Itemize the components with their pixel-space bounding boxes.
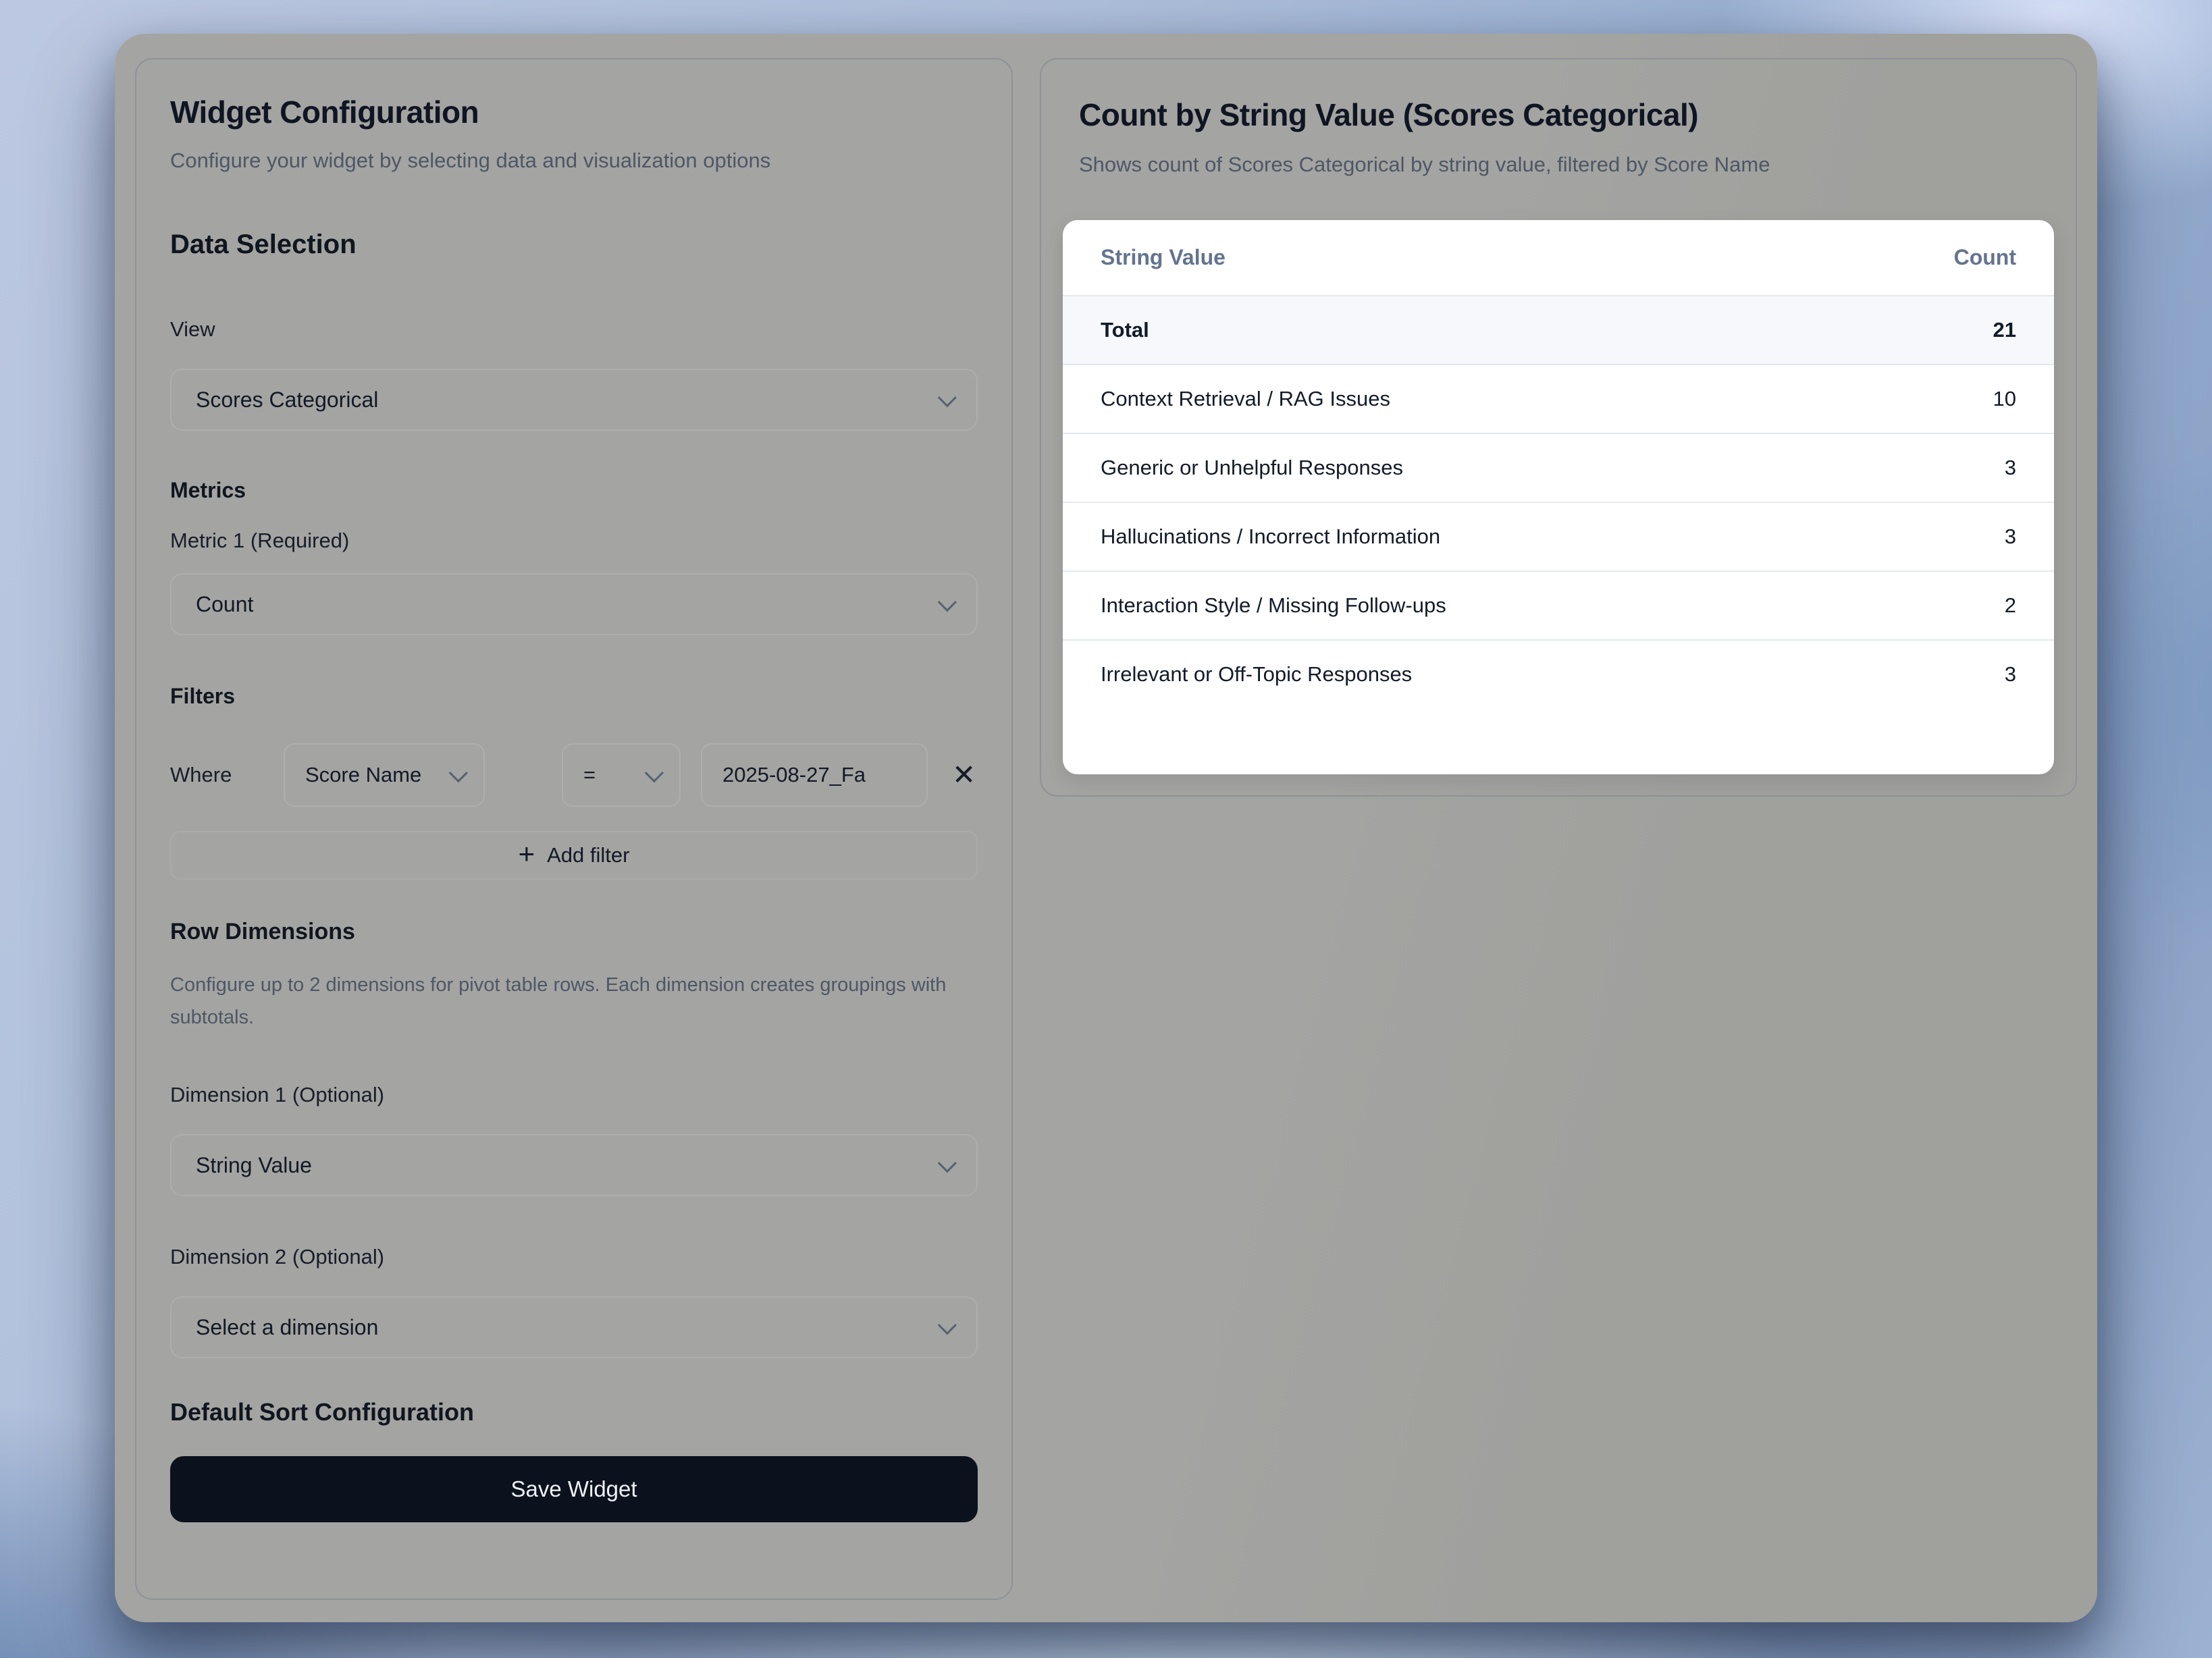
- chevron-down-icon: [938, 593, 957, 612]
- view-label: View: [170, 317, 978, 342]
- table-row: Generic or Unhelpful Responses 3: [1063, 433, 2054, 502]
- preview-title: Count by String Value (Scores Categorica…: [1079, 96, 2038, 134]
- row-count: 3: [2005, 662, 2016, 687]
- widget-configuration-panel: Widget Configuration Configure your widg…: [135, 58, 1013, 1600]
- row-label: Hallucinations / Incorrect Information: [1101, 525, 1440, 549]
- view-select[interactable]: Scores Categorical: [170, 369, 978, 431]
- data-selection-heading: Data Selection: [170, 228, 978, 261]
- row-count: 10: [1993, 387, 2016, 411]
- metric1-select[interactable]: Count: [170, 573, 978, 635]
- row-count: 3: [2005, 525, 2016, 549]
- filter-column-select[interactable]: Score Name: [284, 743, 485, 807]
- dimension2-select[interactable]: Select a dimension: [170, 1296, 978, 1358]
- close-icon: ✕: [952, 759, 976, 791]
- widget-editor-dialog: Widget Configuration Configure your widg…: [115, 34, 2097, 1622]
- row-label: Context Retrieval / RAG Issues: [1101, 387, 1390, 411]
- dimension2-select-placeholder: Select a dimension: [196, 1315, 378, 1340]
- default-sort-heading: Default Sort Configuration: [170, 1397, 978, 1427]
- row-label: Generic or Unhelpful Responses: [1101, 456, 1403, 480]
- filter-operator-select[interactable]: =: [562, 743, 681, 807]
- metric1-select-value: Count: [196, 592, 253, 617]
- remove-filter-button[interactable]: ✕: [952, 761, 976, 789]
- plus-icon: +: [519, 840, 535, 868]
- column-header-count: Count: [1954, 245, 2016, 270]
- metric1-label: Metric 1 (Required): [170, 529, 978, 553]
- row-count: 2: [2005, 593, 2016, 618]
- filter-row: Where Score Name = 2025-08-27_Fa ✕: [170, 743, 978, 807]
- chevron-down-icon: [645, 764, 664, 782]
- preview-table-body: Context Retrieval / RAG Issues 10 Generi…: [1063, 364, 2054, 708]
- total-count: 21: [1993, 318, 2016, 342]
- table-row: Hallucinations / Incorrect Information 3: [1063, 502, 2054, 570]
- filter-column-value: Score Name: [305, 763, 421, 787]
- where-label: Where: [170, 763, 253, 787]
- row-dimensions-heading: Row Dimensions: [170, 917, 978, 946]
- view-select-value: Scores Categorical: [196, 387, 378, 412]
- filters-heading: Filters: [170, 683, 978, 710]
- table-row: Context Retrieval / RAG Issues 10: [1063, 364, 2054, 433]
- column-header-string-value: String Value: [1101, 245, 1226, 270]
- metrics-heading: Metrics: [170, 477, 978, 504]
- row-label: Irrelevant or Off-Topic Responses: [1101, 662, 1412, 687]
- filter-value-text: 2025-08-27_Fa: [722, 763, 866, 787]
- row-dimensions-description: Configure up to 2 dimensions for pivot t…: [170, 969, 974, 1034]
- widget-configuration-subtitle: Configure your widget by selecting data …: [170, 142, 953, 180]
- widget-configuration-title: Widget Configuration: [170, 93, 978, 131]
- preview-table-card: String Value Count Total 21 Context Retr…: [1063, 220, 2054, 774]
- preview-subtitle: Shows count of Scores Categorical by str…: [1079, 151, 2038, 178]
- dimension2-label: Dimension 2 (Optional): [170, 1245, 978, 1269]
- chevron-down-icon: [938, 1316, 957, 1335]
- table-row: Interaction Style / Missing Follow-ups 2: [1063, 570, 2054, 639]
- table-row-total: Total 21: [1063, 295, 2054, 364]
- row-count: 3: [2005, 456, 2016, 480]
- add-filter-label: Add filter: [547, 843, 629, 867]
- total-label: Total: [1101, 318, 1149, 342]
- add-filter-button[interactable]: + Add filter: [170, 831, 978, 880]
- save-widget-button[interactable]: Save Widget: [170, 1456, 978, 1522]
- dimension1-select[interactable]: String Value: [170, 1134, 978, 1196]
- filter-value-input[interactable]: 2025-08-27_Fa: [701, 743, 928, 807]
- widget-preview-panel: Count by String Value (Scores Categorica…: [1040, 58, 2077, 797]
- table-row: Irrelevant or Off-Topic Responses 3: [1063, 639, 2054, 708]
- dimension1-select-value: String Value: [196, 1153, 312, 1178]
- chevron-down-icon: [938, 388, 957, 407]
- filter-operator-value: =: [583, 763, 596, 787]
- row-label: Interaction Style / Missing Follow-ups: [1101, 593, 1446, 618]
- preview-table-header: String Value Count: [1063, 220, 2054, 295]
- chevron-down-icon: [938, 1154, 957, 1173]
- dimension1-label: Dimension 1 (Optional): [170, 1083, 978, 1107]
- chevron-down-icon: [449, 764, 468, 782]
